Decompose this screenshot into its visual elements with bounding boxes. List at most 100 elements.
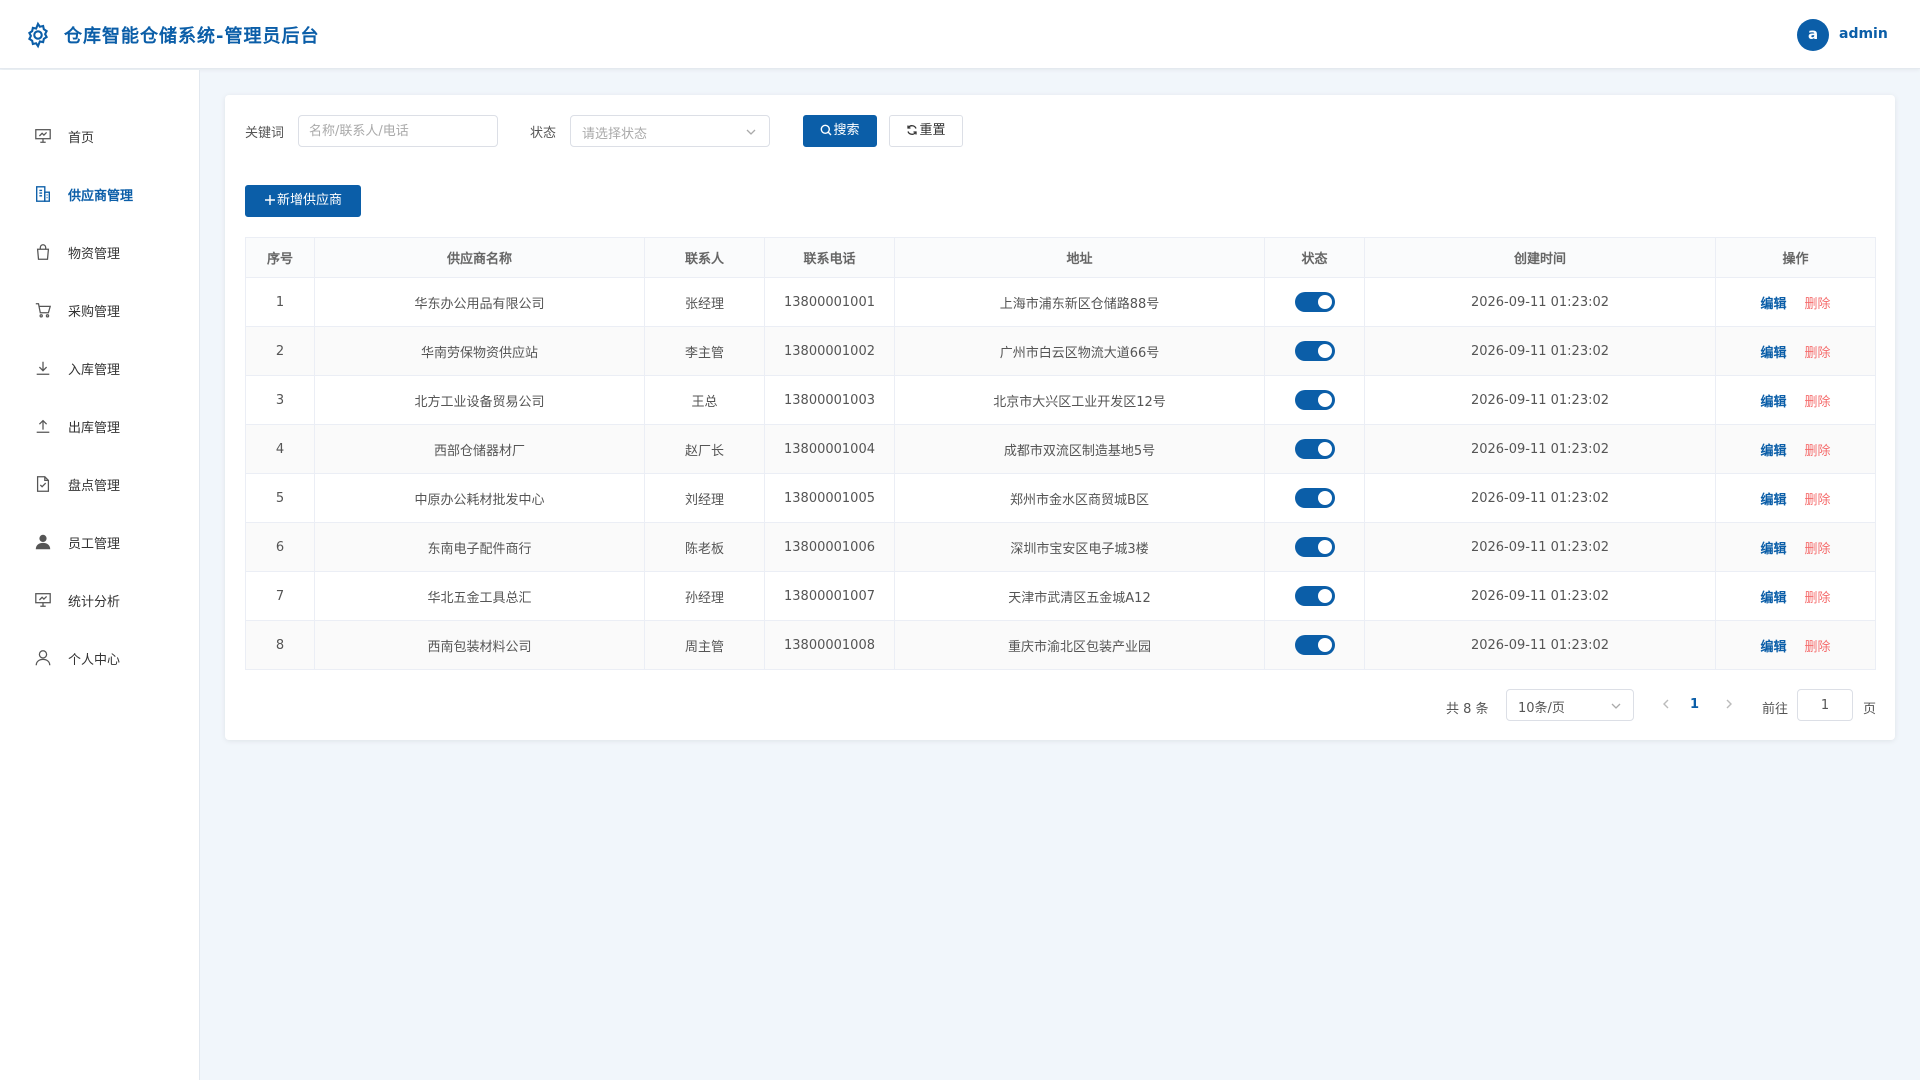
cell-contact: 张经理 <box>644 277 765 327</box>
bag-icon <box>36 244 50 260</box>
edit-link[interactable]: 编辑 <box>1760 297 1786 312</box>
pagination-total: 共 8 条 <box>1446 702 1489 717</box>
edit-link[interactable]: 编辑 <box>1760 395 1786 410</box>
sidebar-item-staff[interactable]: 员工管理 <box>0 522 199 562</box>
cell-status <box>1264 277 1365 327</box>
building-icon <box>36 186 50 202</box>
dashboard-icon <box>35 129 51 143</box>
delete-link[interactable]: 删除 <box>1805 346 1831 361</box>
keyword-input[interactable] <box>298 115 498 147</box>
pagination-current-page[interactable]: 1 <box>1690 697 1699 712</box>
refresh-icon <box>907 125 918 135</box>
status-label: 状态 <box>530 126 557 141</box>
search-icon <box>821 124 832 136</box>
cell-actions: 编辑 删除 <box>1715 620 1876 670</box>
status-toggle[interactable] <box>1294 439 1335 459</box>
cell-address: 广州市白云区物流大道66号 <box>894 326 1265 376</box>
edit-link[interactable]: 编辑 <box>1760 346 1786 361</box>
plus-icon <box>264 195 275 205</box>
cell-index: 8 <box>245 620 315 670</box>
chevron-down-icon <box>746 129 756 135</box>
sidebar-item-purchase[interactable]: 采购管理 <box>0 290 199 330</box>
cell-index: 4 <box>245 424 315 474</box>
status-toggle[interactable] <box>1294 586 1335 606</box>
cell-name: 西南包装材料公司 <box>314 620 645 670</box>
pagination-goto-label: 前往 <box>1762 702 1789 717</box>
status-toggle[interactable] <box>1294 390 1335 410</box>
cell-contact: 孙经理 <box>644 571 765 621</box>
delete-link[interactable]: 删除 <box>1805 542 1831 557</box>
column-header: 地址 <box>894 237 1265 278</box>
gear-icon <box>28 21 48 49</box>
cell-contact: 赵厂长 <box>644 424 765 474</box>
cell-actions: 编辑 删除 <box>1715 424 1876 474</box>
table-header-row: 序号 供应商名称 联系人 联系电话 地址 状态 创建时间 操作 <box>245 237 1876 278</box>
status-toggle[interactable] <box>1294 537 1335 557</box>
delete-link[interactable]: 删除 <box>1805 444 1831 459</box>
page-size-select[interactable]: 10条/页 <box>1506 689 1634 721</box>
cell-name: 北方工业设备贸易公司 <box>314 375 645 425</box>
sidebar-item-label: 入库管理 <box>68 363 121 378</box>
cell-name: 东南电子配件商行 <box>314 522 645 572</box>
cell-status <box>1264 522 1365 572</box>
status-select[interactable]: 请选择状态 <box>570 115 770 147</box>
delete-link[interactable]: 删除 <box>1805 395 1831 410</box>
add-supplier-button[interactable]: 新增供应商 <box>245 185 361 217</box>
status-toggle[interactable] <box>1294 292 1335 312</box>
sidebar-item-outbound[interactable]: 出库管理 <box>0 406 199 446</box>
cell-actions: 编辑 删除 <box>1715 473 1876 523</box>
column-header: 序号 <box>245 237 315 278</box>
cell-address: 天津市武清区五金城A12 <box>894 571 1265 621</box>
reset-button[interactable]: 重置 <box>889 115 963 147</box>
cell-phone: 13800001003 <box>764 375 895 425</box>
cell-actions: 编辑 删除 <box>1715 522 1876 572</box>
add-supplier-label: 新增供应商 <box>276 193 342 208</box>
cell-actions: 编辑 删除 <box>1715 375 1876 425</box>
cell-status <box>1264 424 1365 474</box>
cell-created: 2026-09-11 01:23:02 <box>1364 424 1716 474</box>
sidebar-item-inbound[interactable]: 入库管理 <box>0 348 199 388</box>
chevron-right-icon[interactable] <box>1722 697 1736 711</box>
sidebar-item-label: 员工管理 <box>68 537 121 552</box>
search-button[interactable]: 搜索 <box>803 115 877 147</box>
delete-link[interactable]: 删除 <box>1805 297 1831 312</box>
chevron-left-icon[interactable] <box>1659 697 1673 711</box>
cell-index: 1 <box>245 277 315 327</box>
sidebar-item-home[interactable]: 首页 <box>0 116 199 156</box>
status-toggle[interactable] <box>1294 488 1335 508</box>
column-header: 状态 <box>1264 237 1365 278</box>
cell-name: 中原办公耗材批发中心 <box>314 473 645 523</box>
document-check-icon <box>36 476 50 492</box>
edit-link[interactable]: 编辑 <box>1760 640 1786 655</box>
table-row: 2 华南劳保物资供应站 李主管 13800001002 广州市白云区物流大道66… <box>245 326 1876 376</box>
sidebar-item-profile[interactable]: 个人中心 <box>0 638 199 678</box>
cell-created: 2026-09-11 01:23:02 <box>1364 571 1716 621</box>
username[interactable]: admin <box>1839 26 1888 42</box>
keyword-label: 关键词 <box>245 126 285 141</box>
edit-link[interactable]: 编辑 <box>1760 542 1786 557</box>
sidebar-item-supplier[interactable]: 供应商管理 <box>0 174 199 214</box>
sidebar-item-materials[interactable]: 物资管理 <box>0 232 199 272</box>
status-toggle[interactable] <box>1294 341 1335 361</box>
delete-link[interactable]: 删除 <box>1805 640 1831 655</box>
edit-link[interactable]: 编辑 <box>1760 493 1786 508</box>
delete-link[interactable]: 删除 <box>1805 591 1831 606</box>
table-row: 5 中原办公耗材批发中心 刘经理 13800001005 郑州市金水区商贸城B区… <box>245 473 1876 523</box>
delete-link[interactable]: 删除 <box>1805 493 1831 508</box>
goto-page-input[interactable] <box>1797 689 1853 721</box>
cell-index: 3 <box>245 375 315 425</box>
sidebar-item-label: 出库管理 <box>68 421 121 436</box>
edit-link[interactable]: 编辑 <box>1760 591 1786 606</box>
status-toggle[interactable] <box>1294 635 1335 655</box>
cell-status <box>1264 375 1365 425</box>
sidebar-item-statistics[interactable]: 统计分析 <box>0 580 199 620</box>
cell-index: 2 <box>245 326 315 376</box>
cell-actions: 编辑 删除 <box>1715 571 1876 621</box>
avatar[interactable]: a <box>1797 19 1829 51</box>
sidebar-item-label: 盘点管理 <box>68 479 121 494</box>
sidebar-item-inventory[interactable]: 盘点管理 <box>0 464 199 504</box>
user-filled-icon <box>35 534 51 550</box>
status-select-value: 请选择状态 <box>582 127 648 142</box>
cell-phone: 13800001002 <box>764 326 895 376</box>
edit-link[interactable]: 编辑 <box>1760 444 1786 459</box>
